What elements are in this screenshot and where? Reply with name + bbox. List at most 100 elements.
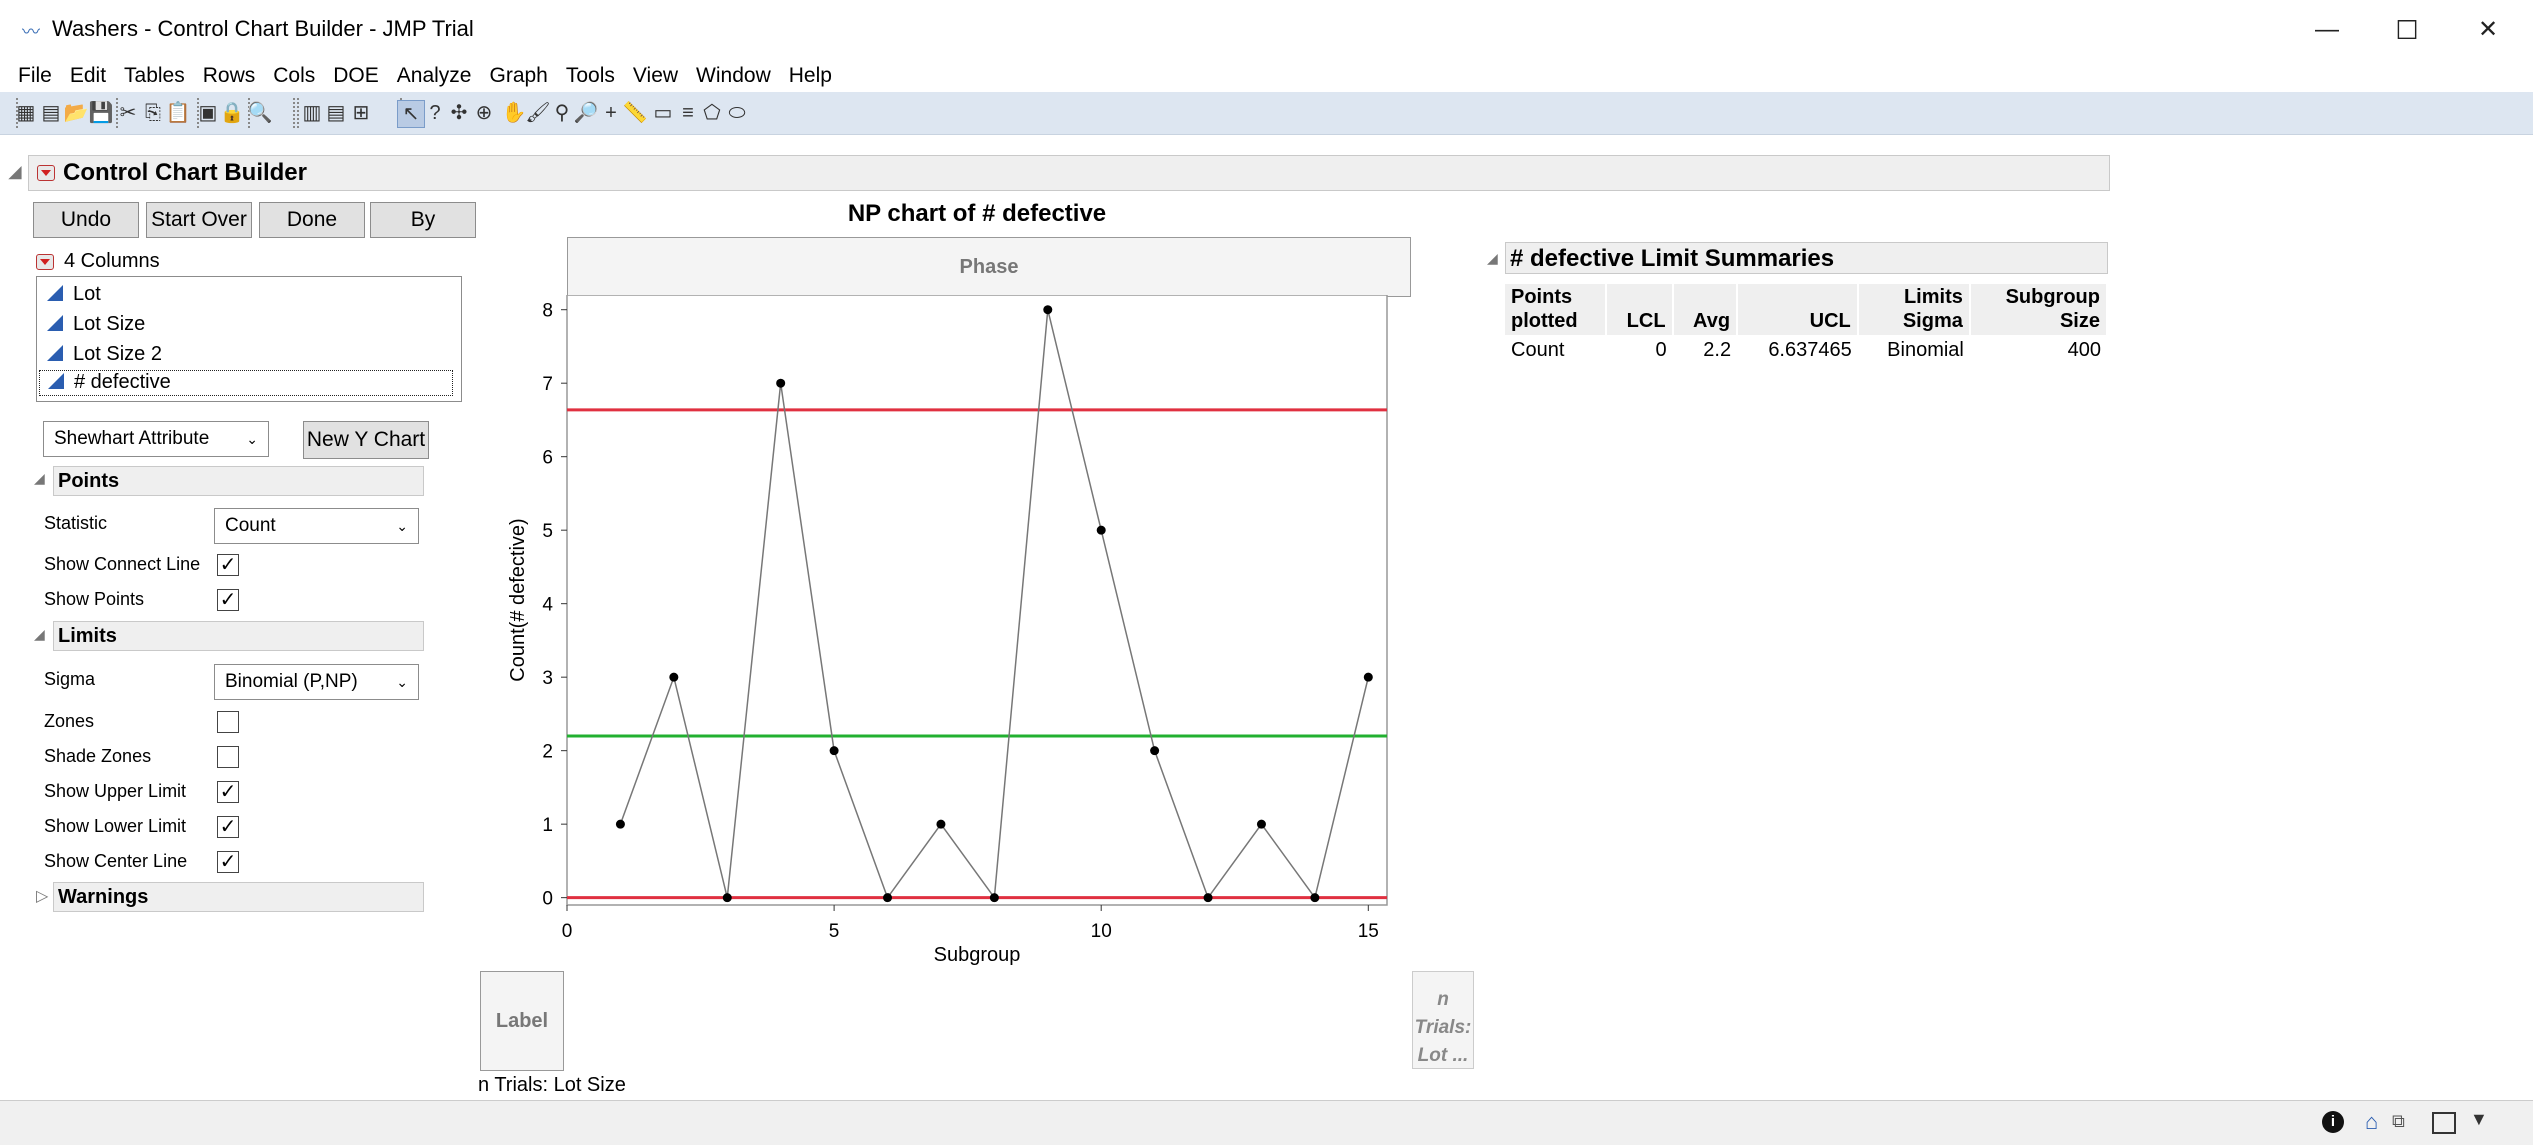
zoom-icon[interactable]: 🔎: [573, 100, 599, 126]
warnings-expand-icon[interactable]: ▷: [36, 886, 48, 906]
data-point: [936, 819, 946, 829]
points-section-header[interactable]: Points: [53, 466, 424, 496]
show-lower-limit-checkbox[interactable]: ✓: [217, 816, 239, 838]
x-tick-label: 0: [562, 921, 573, 942]
menu-edit[interactable]: Edit: [61, 60, 115, 92]
menu-rows[interactable]: Rows: [194, 60, 265, 92]
new-script-icon[interactable]: ▤: [38, 100, 64, 126]
points-collapse-icon[interactable]: ◢: [34, 470, 45, 487]
hand-icon[interactable]: ✋: [501, 100, 527, 126]
summary-header-cell: LCL: [1605, 284, 1674, 335]
x-axis-label: Subgroup: [934, 944, 1021, 966]
brush-icon[interactable]: 🖌: [525, 100, 551, 126]
magnifier-icon[interactable]: ⚲: [549, 100, 575, 126]
menu-analyze[interactable]: Analyze: [388, 60, 481, 92]
maximize-button[interactable]: ☐: [2377, 10, 2437, 50]
line-icon[interactable]: ≡: [675, 100, 701, 126]
header-line: Points: [1511, 286, 1573, 308]
menu-tools[interactable]: Tools: [557, 60, 624, 92]
show-connect-line-checkbox[interactable]: ✓: [217, 554, 239, 576]
warnings-section-header[interactable]: Warnings: [53, 882, 424, 912]
menu-file[interactable]: File: [9, 60, 61, 92]
lasso-icon[interactable]: ⊕: [471, 100, 497, 126]
crosshair-icon[interactable]: ✣: [446, 100, 472, 126]
close-button[interactable]: ✕: [2458, 10, 2518, 50]
summary-header-cell: Points plotted: [1505, 284, 1607, 335]
menu-graph[interactable]: Graph: [481, 60, 557, 92]
column-item-lot[interactable]: Lot: [47, 283, 101, 306]
home-icon[interactable]: ⌂: [2365, 1109, 2378, 1135]
by-button[interactable]: By: [370, 202, 476, 238]
data-point: [1310, 893, 1320, 903]
help-icon[interactable]: ?: [422, 100, 448, 126]
paste-icon[interactable]: 📋: [165, 100, 191, 126]
menu-tables[interactable]: Tables: [115, 60, 194, 92]
y-tick-label: 3: [542, 668, 553, 689]
table-cell: Count: [1511, 339, 1565, 361]
add-data-icon[interactable]: ⊞: [348, 100, 374, 126]
journal-icon[interactable]: ▣: [195, 100, 221, 126]
shade-zones-checkbox[interactable]: [217, 746, 239, 768]
menu-cols[interactable]: Cols: [264, 60, 324, 92]
label-drop-zone[interactable]: Label: [480, 971, 564, 1071]
arrow-icon[interactable]: ↖: [397, 100, 425, 128]
summary-collapse-icon[interactable]: ◢: [1487, 250, 1498, 267]
minimize-button[interactable]: —: [2297, 10, 2357, 50]
ellipse-icon[interactable]: ⬭: [724, 100, 750, 126]
lock-icon[interactable]: 🔒: [219, 100, 245, 126]
data-table-list-icon[interactable]: ▥: [299, 100, 325, 126]
zones-checkbox[interactable]: [217, 711, 239, 733]
header-line: Sigma: [1902, 310, 1963, 332]
undo-button[interactable]: Undo: [33, 202, 139, 238]
search-icon[interactable]: 🔍: [247, 100, 273, 126]
header-line: [1613, 286, 1666, 310]
ruler-icon[interactable]: 📏: [622, 100, 648, 126]
polygon-icon[interactable]: ⬠: [699, 100, 725, 126]
window-list-icon[interactable]: ⧉: [2392, 1111, 2405, 1132]
menu-view[interactable]: View: [624, 60, 687, 92]
show-upper-limit-checkbox[interactable]: ✓: [217, 781, 239, 803]
new-data-table-icon[interactable]: ▦: [13, 100, 39, 126]
phase-drop-zone[interactable]: Phase: [567, 237, 1411, 297]
cut-icon[interactable]: ✂: [115, 100, 141, 126]
y-tick-label: 0: [542, 889, 553, 910]
menu-window[interactable]: Window: [687, 60, 780, 92]
summary-header-cell: Subgroup Size: [1969, 284, 2109, 335]
save-icon[interactable]: 💾: [88, 100, 114, 126]
info-icon[interactable]: i: [2322, 1111, 2344, 1133]
column-item-lot-size[interactable]: Lot Size: [47, 313, 145, 336]
data-point: [722, 893, 732, 903]
column-item-defective[interactable]: # defective: [39, 370, 453, 396]
chart-title: NP chart of # defective: [847, 200, 1107, 227]
open-icon[interactable]: 📂: [63, 100, 89, 126]
menu-help[interactable]: Help: [780, 60, 841, 92]
text-box-icon[interactable]: ▭: [650, 100, 676, 126]
n-trials-drop-zone[interactable]: n Trials: Lot ...: [1412, 971, 1474, 1069]
column-info-icon[interactable]: ▤: [323, 100, 349, 126]
layout-icon[interactable]: [2432, 1112, 2456, 1134]
limits-section-header[interactable]: Limits: [53, 621, 424, 651]
data-point: [1043, 305, 1053, 315]
sigma-dropdown[interactable]: Binomial (P,NP) ⌄: [214, 664, 419, 700]
y-tick-label: 7: [542, 374, 553, 395]
column-item-lot-size-2[interactable]: Lot Size 2: [47, 343, 162, 366]
plus-icon[interactable]: +: [598, 100, 624, 126]
columns-menu-icon[interactable]: [36, 253, 54, 270]
show-points-checkbox[interactable]: ✓: [217, 589, 239, 611]
chart-type-dropdown[interactable]: Shewhart Attribute ⌄: [43, 421, 269, 457]
limit-summaries-header[interactable]: # defective Limit Summaries: [1505, 242, 2108, 274]
data-point: [1256, 819, 1266, 829]
outline-collapse-icon[interactable]: ◢: [9, 162, 21, 182]
statistic-dropdown[interactable]: Count ⌄: [214, 508, 419, 544]
red-triangle-menu-icon[interactable]: [37, 164, 55, 181]
start-over-button[interactable]: Start Over: [146, 202, 252, 238]
copy-icon[interactable]: ⎘: [140, 100, 166, 126]
dropdown-arrow-icon[interactable]: ▼: [2470, 1109, 2488, 1130]
done-button[interactable]: Done: [259, 202, 365, 238]
menu-doe[interactable]: DOE: [324, 60, 388, 92]
sigma-label: Sigma: [44, 669, 96, 689]
limits-collapse-icon[interactable]: ◢: [34, 626, 45, 643]
show-center-line-checkbox[interactable]: ✓: [217, 851, 239, 873]
panel-title: Control Chart Builder: [63, 159, 307, 186]
new-y-chart-button[interactable]: New Y Chart: [303, 421, 429, 459]
